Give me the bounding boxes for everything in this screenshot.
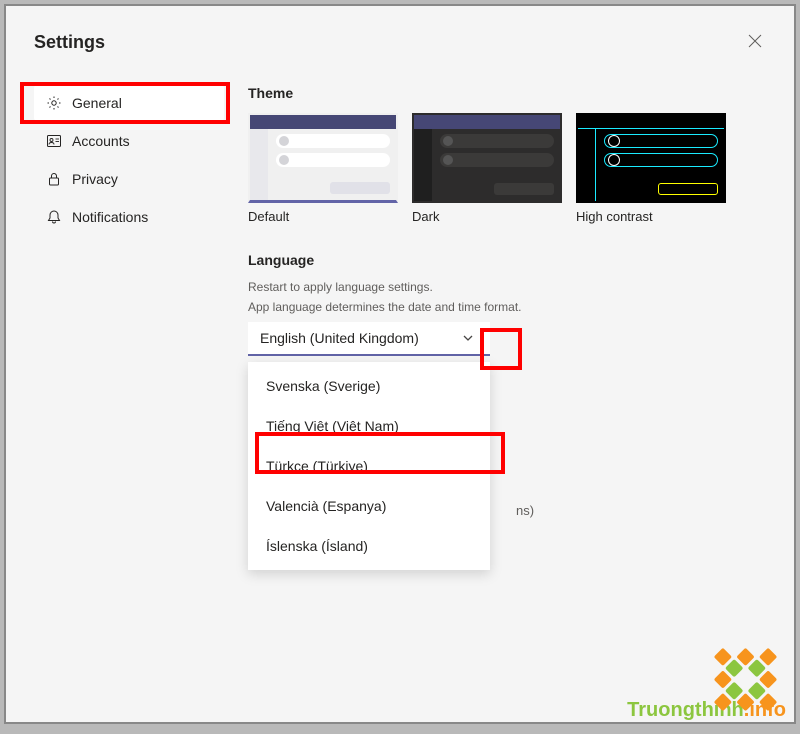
lock-icon bbox=[46, 171, 62, 187]
theme-preview-high-contrast bbox=[576, 113, 726, 203]
theme-preview-dark bbox=[412, 113, 562, 203]
language-option-turkce[interactable]: Türkçe (Türkiye) bbox=[248, 446, 490, 486]
sidebar-item-label: Accounts bbox=[72, 133, 130, 149]
theme-label: Dark bbox=[412, 209, 562, 224]
language-section-title: Language bbox=[248, 252, 766, 268]
language-dropdown[interactable]: English (United Kingdom) bbox=[248, 322, 490, 356]
language-option-tieng-viet[interactable]: Tiếng Việt (Việt Nam) bbox=[248, 406, 490, 446]
sidebar-item-accounts[interactable]: Accounts bbox=[34, 123, 224, 159]
sidebar-item-label: Privacy bbox=[72, 171, 118, 187]
sidebar-item-privacy[interactable]: Privacy bbox=[34, 161, 224, 197]
language-option-islenska[interactable]: Íslenska (Ísland) bbox=[248, 526, 490, 566]
language-dropdown-list: Svenska (Sverige) Tiếng Việt (Việt Nam) … bbox=[248, 362, 490, 570]
language-option-svenska[interactable]: Svenska (Sverige) bbox=[248, 366, 490, 406]
settings-sidebar: General Accounts Privacy Notifications bbox=[34, 85, 224, 356]
profile-icon bbox=[46, 133, 62, 149]
theme-option-default[interactable]: Default bbox=[248, 113, 398, 224]
language-selected-value: English (United Kingdom) bbox=[260, 330, 419, 346]
sidebar-item-label: Notifications bbox=[72, 209, 148, 225]
obscured-text: ns) bbox=[516, 503, 534, 518]
theme-option-dark[interactable]: Dark bbox=[412, 113, 562, 224]
language-option-valencia[interactable]: Valencià (Espanya) bbox=[248, 486, 490, 526]
language-hint: Restart to apply language settings. bbox=[248, 280, 766, 294]
sidebar-item-notifications[interactable]: Notifications bbox=[34, 199, 224, 235]
gear-icon bbox=[46, 95, 62, 111]
theme-option-high-contrast[interactable]: High contrast bbox=[576, 113, 726, 224]
theme-label: Default bbox=[248, 209, 398, 224]
language-description: App language determines the date and tim… bbox=[248, 300, 766, 314]
theme-preview-default bbox=[248, 113, 398, 203]
theme-section-title: Theme bbox=[248, 85, 766, 101]
bell-icon bbox=[46, 209, 62, 225]
theme-label: High contrast bbox=[576, 209, 726, 224]
close-button[interactable] bbox=[744, 30, 766, 55]
close-icon bbox=[748, 35, 762, 51]
page-title: Settings bbox=[34, 32, 105, 53]
sidebar-item-general[interactable]: General bbox=[34, 85, 224, 121]
chevron-down-icon bbox=[454, 324, 482, 352]
watermark-text: Truongthinh.info bbox=[627, 699, 786, 722]
sidebar-item-label: General bbox=[72, 95, 122, 111]
